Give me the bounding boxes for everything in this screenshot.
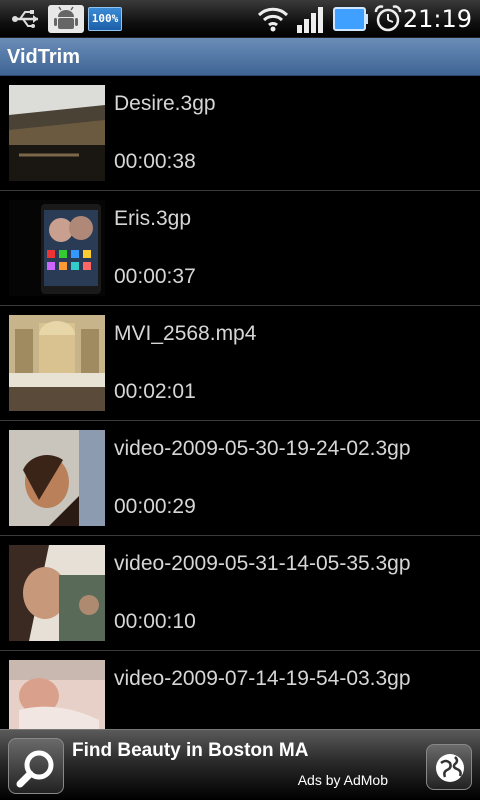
app-title: VidTrim bbox=[7, 46, 80, 68]
battery-notification-icon: 100% bbox=[88, 7, 122, 31]
signal-icon bbox=[297, 7, 323, 33]
battery-icon bbox=[333, 7, 368, 31]
wifi-icon bbox=[257, 7, 289, 32]
ad-search-button[interactable] bbox=[8, 738, 64, 794]
video-list-item[interactable]: video-2009-05-31-14-05-35.3gp 00:00:10 bbox=[0, 536, 480, 651]
globe-icon bbox=[436, 754, 464, 782]
status-time: 21:19 bbox=[402, 5, 472, 33]
video-list-item[interactable]: video-2009-07-14-19-54-03.3gp bbox=[0, 651, 480, 729]
ad-banner[interactable]: Find Beauty in Boston MA Ads by AdMob bbox=[0, 729, 480, 800]
video-name: video-2009-07-14-19-54-03.3gp bbox=[114, 667, 411, 690]
video-duration: 00:00:37 bbox=[114, 265, 196, 288]
app-title-bar: VidTrim bbox=[0, 38, 480, 76]
video-thumbnail bbox=[9, 430, 105, 526]
video-name: video-2009-05-31-14-05-35.3gp bbox=[114, 552, 411, 575]
alarm-icon bbox=[374, 5, 402, 32]
video-thumbnail bbox=[9, 660, 105, 729]
usb-icon bbox=[12, 10, 38, 28]
video-duration: 00:02:01 bbox=[114, 380, 196, 403]
video-duration: 00:00:29 bbox=[114, 495, 196, 518]
ad-title[interactable]: Find Beauty in Boston MA bbox=[72, 740, 308, 762]
video-name: Desire.3gp bbox=[114, 92, 216, 115]
ad-attribution: Ads by AdMob bbox=[297, 772, 388, 788]
debug-android-icon bbox=[48, 5, 84, 33]
search-icon bbox=[16, 750, 54, 788]
video-name: video-2009-05-30-19-24-02.3gp bbox=[114, 437, 411, 460]
status-bar: 100% 21:19 bbox=[0, 0, 480, 38]
video-list-item[interactable]: Desire.3gp 00:00:38 bbox=[0, 76, 480, 191]
video-name: Eris.3gp bbox=[114, 207, 192, 230]
video-list-item[interactable]: Eris.3gp 00:00:37 bbox=[0, 191, 480, 306]
video-duration: 00:00:38 bbox=[114, 150, 196, 173]
video-thumbnail bbox=[9, 85, 105, 181]
video-duration: 00:00:10 bbox=[114, 610, 196, 633]
video-list-item[interactable]: video-2009-05-30-19-24-02.3gp 00:00:29 bbox=[0, 421, 480, 536]
video-list[interactable]: Desire.3gp 00:00:38 Eris.3gp 00:00:37 MV… bbox=[0, 76, 480, 729]
video-thumbnail bbox=[9, 315, 105, 411]
video-thumbnail bbox=[9, 545, 105, 641]
video-name: MVI_2568.mp4 bbox=[114, 322, 257, 345]
ad-globe-button[interactable] bbox=[426, 744, 472, 790]
video-list-item[interactable]: MVI_2568.mp4 00:02:01 bbox=[0, 306, 480, 421]
video-thumbnail bbox=[9, 200, 105, 296]
